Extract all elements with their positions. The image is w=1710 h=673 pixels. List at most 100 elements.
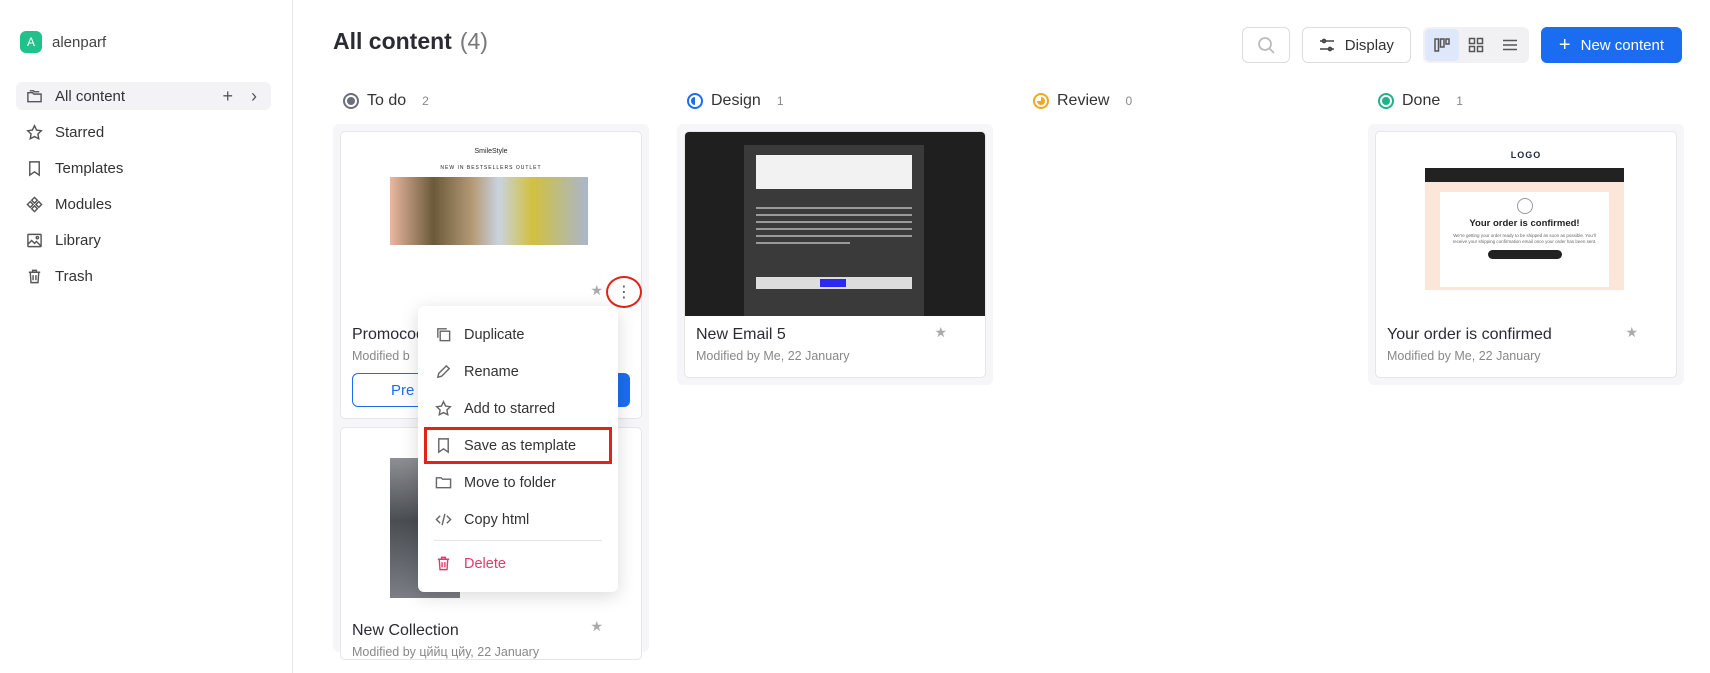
status-design-icon [687,93,703,109]
star-icon[interactable]: ★ [590,282,603,299]
sidebar-item-modules[interactable]: Modules [16,190,271,218]
column-body: LOGO Your order is confirmed! We're gett… [1368,124,1684,385]
app-root: A alenparf All content + › Starred Templ… [0,0,1710,673]
preview-headline: Your order is confirmed! [1469,218,1580,229]
sidebar-item-all-content[interactable]: All content + › [16,82,271,110]
star-icon [435,400,452,417]
add-folder-icon[interactable]: + [222,86,233,107]
grid-icon [1468,37,1484,53]
column-title: Design [711,92,761,109]
menu-item-delete[interactable]: Delete [418,545,618,582]
sliders-icon [1319,38,1334,52]
star-icon[interactable]: ★ [934,324,947,341]
duplicate-icon [437,328,451,342]
workspace-avatar: A [20,31,42,53]
search-button[interactable] [1241,27,1290,63]
display-button[interactable]: Display [1301,27,1411,63]
menu-item-move-to-folder[interactable]: Move to folder [418,464,618,501]
sidebar-item-label: Starred [55,123,105,141]
search-icon [1257,37,1275,54]
sidebar-item-label: Templates [55,159,124,177]
trash-icon [26,268,43,285]
preview-text: We're getting your order ready to be shi… [1452,233,1597,244]
sidebar-item-label: All content [55,87,126,105]
sidebar-item-label: Modules [55,195,112,213]
status-review-icon [1033,93,1049,109]
sidebar-nav: All content + › Starred Templates Module… [16,82,271,298]
column-header: Done 1 [1368,88,1684,114]
trash-icon [437,556,450,571]
column-review: Review 0 [1023,88,1339,114]
toolbar: Display + New content [1241,27,1682,63]
check-circle-icon [1516,198,1533,214]
menu-item-save-as-template[interactable]: Save as template [424,427,612,464]
content-count: (4) [459,28,488,54]
folder-icon [435,477,452,489]
card-modified: Modified by цййц цйу, 22 January [352,645,540,659]
list-view-button[interactable] [1493,29,1527,61]
more-options-button[interactable]: ⋮ [606,276,642,308]
column-header: To do 2 [333,88,649,114]
column-title: To do [367,92,407,109]
pencil-icon [436,364,451,379]
card-context-menu: Duplicate Rename Add to starred Save as … [418,306,618,592]
column-header: Design 1 [677,88,993,114]
preview-image [390,177,588,245]
star-icon[interactable]: ★ [1625,324,1638,341]
menu-item-rename[interactable]: Rename [418,353,618,390]
menu-item-copy-html[interactable]: Copy html [418,501,618,538]
card-preview [685,132,985,316]
plus-icon: + [1558,34,1571,56]
page-title: All content (4) [333,28,488,54]
menu-divider [434,540,602,541]
column-count: 0 [1125,94,1133,108]
bookmark-icon [438,438,449,454]
card-modified: Modified by Me, 22 January [1387,349,1541,363]
sidebar-item-label: Trash [55,267,93,285]
column-done: Done 1 LOGO Your order is confirmed! We'… [1368,88,1684,385]
sidebar-item-trash[interactable]: Trash [16,262,271,290]
new-content-button[interactable]: + New content [1540,27,1682,63]
preview-logo: SmileStyle [474,148,508,155]
preview-nav: NEW IN BESTSELLERS OUTLET [440,165,542,171]
grid-view-button[interactable] [1459,29,1493,61]
content-card-order-confirmed[interactable]: LOGO Your order is confirmed! We're gett… [1375,131,1677,378]
sidebar: A alenparf All content + › Starred Templ… [0,0,293,673]
content-card-new-email-5[interactable]: New Email 5 ★ Modified by Me, 22 January [684,131,986,378]
menu-item-add-to-starred[interactable]: Add to starred [418,390,618,427]
column-count: 2 [422,94,429,108]
list-icon [1502,39,1517,51]
code-icon [435,513,452,526]
column-design: Design 1 New Email 5 ★ Modified by Me, 2… [677,88,993,385]
column-count: 1 [1456,94,1463,108]
column-header: Review 0 [1023,88,1339,114]
column-title: Done [1402,92,1441,109]
modules-icon [26,195,43,213]
column-title: Review [1057,92,1110,109]
board-view-button[interactable] [1424,29,1459,61]
view-switcher [1422,27,1529,63]
star-icon[interactable]: ★ [590,618,603,635]
chevron-right-icon[interactable]: › [251,86,257,107]
card-preview: LOGO Your order is confirmed! We're gett… [1376,132,1676,316]
folders-icon [26,88,43,105]
column-todo: To do 2 SmileStyle NEW IN BESTSELLERS OU… [333,88,649,660]
sidebar-item-templates[interactable]: Templates [16,154,271,182]
status-done-icon [1378,93,1394,109]
image-icon [26,232,43,249]
preview-logo: LOGO [1510,150,1542,160]
menu-item-duplicate[interactable]: Duplicate [418,316,618,353]
kebab-icon: ⋮ [616,284,632,301]
sidebar-item-label: Library [55,231,101,249]
card-modified: Modified by Me, 22 January [696,349,850,363]
sidebar-item-library[interactable]: Library [16,226,271,254]
status-todo-icon [343,93,359,109]
column-body: New Email 5 ★ Modified by Me, 22 January [677,124,993,385]
kanban-icon [1434,38,1450,52]
bookmark-icon [26,160,43,177]
star-icon [26,123,43,141]
sidebar-item-starred[interactable]: Starred [16,118,271,146]
workspace-name: alenparf [52,33,107,51]
column-count: 1 [776,94,784,108]
workspace-switcher[interactable]: A alenparf [20,31,106,53]
